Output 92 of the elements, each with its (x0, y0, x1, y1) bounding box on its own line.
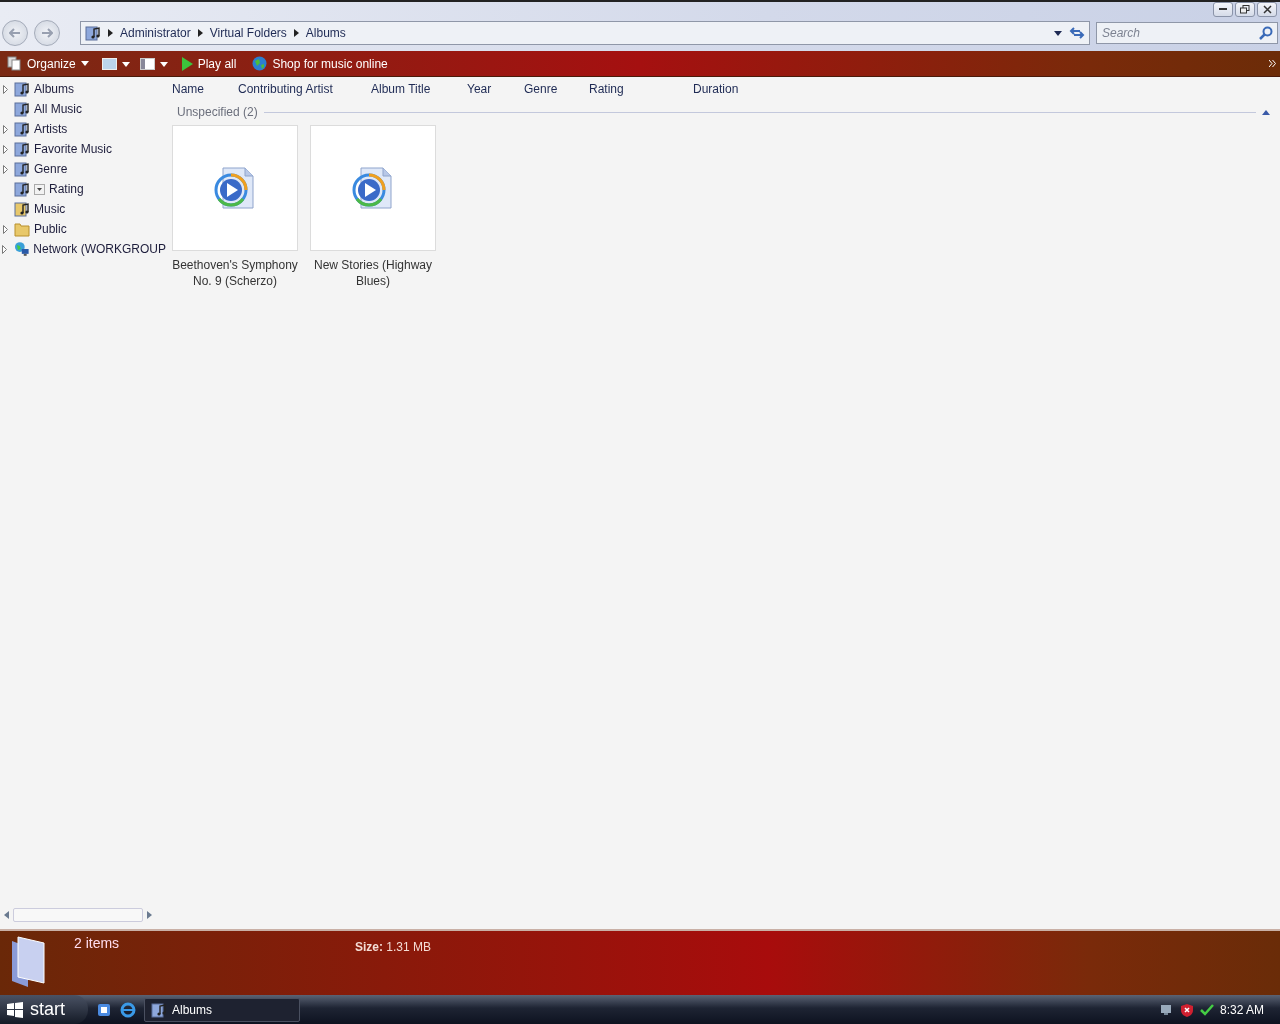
browser-icon[interactable] (120, 1001, 136, 1018)
music-folder-icon (14, 141, 30, 157)
music-folder-icon (14, 161, 30, 177)
tree-item[interactable]: Favorite Music (0, 139, 166, 159)
dropdown-caret-icon (1054, 30, 1062, 36)
back-arrow-icon (9, 28, 21, 38)
tree-item-label: Rating (49, 182, 84, 196)
restore-icon (1240, 5, 1250, 14)
scrollbar-thumb[interactable] (13, 908, 143, 922)
music-folder-icon (14, 121, 30, 137)
music-folder-icon (14, 201, 30, 217)
tree-item[interactable]: Albums (0, 79, 166, 99)
tree-item-label: All Music (34, 102, 82, 116)
views-icon[interactable] (101, 57, 130, 70)
pages-icon (7, 56, 22, 71)
breadcrumb-arrow-icon (108, 29, 113, 37)
restore-button[interactable] (1235, 2, 1255, 17)
network-icon (13, 241, 30, 257)
search-icon[interactable] (1259, 26, 1273, 40)
tree-item-label: Albums (34, 82, 74, 96)
expand-arrow-icon[interactable] (2, 144, 8, 154)
scroll-right-icon[interactable] (147, 911, 152, 919)
column-header[interactable]: Duration (693, 82, 773, 96)
file-name[interactable]: Beethoven's Symphony No. 9 (Scherzo) (170, 257, 300, 289)
music-folder-icon (14, 181, 30, 197)
music-folder-icon (151, 1001, 167, 1018)
tree-item-label: Network (WORKGROUP (33, 242, 166, 256)
file-name[interactable]: New Stories (Highway Blues) (308, 257, 438, 289)
close-icon (1262, 5, 1272, 14)
tree-item[interactable]: Public (0, 219, 166, 239)
start-button[interactable]: start (0, 995, 88, 1024)
breadcrumb-link[interactable]: Albums (305, 26, 346, 40)
tree-item[interactable]: Network (WORKGROUP (0, 239, 166, 259)
expand-arrow-icon[interactable] (2, 124, 8, 134)
check-icon[interactable] (1199, 1002, 1214, 1017)
tree-item[interactable]: Music (0, 199, 166, 219)
close-button[interactable] (1257, 2, 1277, 17)
tree-item-label: Artists (34, 122, 68, 136)
layout-icon[interactable] (139, 57, 168, 70)
search-field[interactable]: Search (1096, 22, 1278, 44)
music-folder-icon (85, 25, 101, 41)
tree-item-label: Music (34, 202, 66, 216)
refresh-icon[interactable] (1069, 26, 1085, 40)
folder-icon (14, 221, 30, 237)
tree-item-label: Public (34, 222, 67, 236)
toolbar-button[interactable]: Organize (4, 54, 92, 73)
tree-item[interactable]: Artists (0, 119, 166, 139)
address-bar[interactable]: Administrator Virtual Folders Albums (80, 21, 1090, 45)
expand-arrow-icon[interactable] (2, 224, 8, 234)
column-header[interactable]: Name (172, 82, 238, 96)
breadcrumb-link[interactable]: Virtual Folders (209, 26, 287, 40)
scroll-left-icon[interactable] (4, 911, 9, 919)
desktop-icon[interactable] (96, 1001, 112, 1018)
expand-arrow-icon[interactable] (2, 164, 8, 174)
expand-arrow-icon[interactable] (2, 84, 8, 94)
network-icon[interactable] (1159, 1002, 1174, 1017)
tree-item-label: Favorite Music (34, 142, 113, 156)
breadcrumb-arrow-icon (197, 29, 203, 37)
music-folder-icon (14, 101, 30, 117)
globe-icon (252, 56, 268, 71)
collapse-icon[interactable] (1262, 109, 1270, 115)
tree-item[interactable]: Genre (0, 159, 166, 179)
play-icon (180, 56, 193, 71)
tree-item[interactable]: All Music (0, 99, 166, 119)
breadcrumb-arrow-icon (293, 29, 299, 37)
dropdown-icon[interactable] (34, 183, 45, 195)
forward-arrow-icon (41, 28, 53, 38)
minimize-icon (1219, 8, 1227, 11)
tree-item[interactable]: Rating (0, 179, 166, 199)
clock[interactable]: 8:32 AM (1219, 1002, 1264, 1017)
minimize-button[interactable] (1213, 2, 1233, 17)
file-thumbnail[interactable] (172, 125, 298, 251)
music-folder-icon (14, 81, 30, 97)
column-header[interactable]: Contributing Artist (238, 82, 371, 96)
breadcrumb-link[interactable]: Administrator (120, 26, 191, 40)
column-header[interactable]: Album Title (371, 82, 467, 96)
size-info: Size: 1.31 MB (355, 940, 432, 956)
chevron-icon[interactable] (1269, 60, 1276, 67)
taskbar-window-button[interactable]: Albums (144, 997, 300, 1022)
file-thumbnail[interactable] (310, 125, 436, 251)
column-header[interactable]: Genre (524, 82, 589, 96)
toolbar-button[interactable]: Play all (177, 54, 240, 73)
dropdown-caret-icon (80, 61, 89, 66)
group-label: Unspecified (2) (177, 105, 258, 119)
tree-item-label: Genre (34, 162, 68, 176)
windows-logo-icon (6, 1001, 24, 1018)
column-header[interactable]: Rating (589, 82, 693, 96)
column-header[interactable]: Year (467, 82, 524, 96)
shield-icon[interactable] (1179, 1002, 1194, 1017)
item-count: 2 items (74, 935, 121, 953)
toolbar-button[interactable]: Shop for music online (249, 54, 391, 73)
expand-arrow-icon[interactable] (2, 244, 8, 254)
